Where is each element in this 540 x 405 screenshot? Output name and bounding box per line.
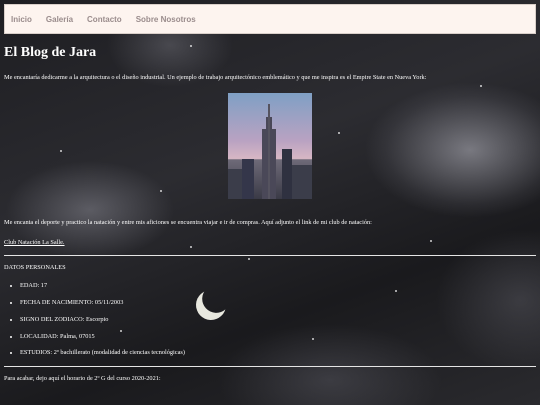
list-item: FECHA DE NACIMIENTO: 05/11/2003: [20, 299, 536, 307]
list-item: LOCALIDAD: Palma, 07015: [20, 333, 536, 341]
nav-link-contacto[interactable]: Contacto: [87, 15, 122, 24]
empire-state-photo: [228, 93, 312, 200]
personal-data-list: EDAD: 17 FECHA DE NACIMIENTO: 05/11/2003…: [4, 282, 536, 357]
list-item: ESTUDIOS: 2º bachillerato (modalidad de …: [20, 349, 536, 357]
list-item: EDAD: 17: [20, 282, 536, 290]
schedule-intro: Para acabar, dejo aquí el horario de 2º …: [4, 375, 161, 383]
nav-link-sobre-nosotros[interactable]: Sobre Nosotros: [136, 15, 196, 24]
hobbies-paragraph: Me encanta el deporte y practico la nata…: [4, 219, 372, 227]
divider: [4, 366, 536, 368]
nav-link-inicio[interactable]: Inicio: [11, 15, 32, 24]
club-link[interactable]: Club Natación La Salle.: [4, 239, 65, 246]
list-item: SIGNO DEL ZODIACO: Escorpio: [20, 316, 536, 324]
page-title: El Blog de Jara: [4, 45, 97, 60]
blog-content: El Blog de Jara Me encantaría dedicarme …: [4, 34, 536, 383]
intro-paragraph: Me encantaría dedicarme a la arquitectur…: [4, 73, 427, 81]
nav-link-galeria[interactable]: Galería: [46, 15, 73, 24]
top-navbar: Inicio Galería Contacto Sobre Nosotros: [4, 4, 536, 34]
personal-data-title: DATOS PERSONALES: [4, 264, 66, 272]
divider: [4, 255, 536, 257]
